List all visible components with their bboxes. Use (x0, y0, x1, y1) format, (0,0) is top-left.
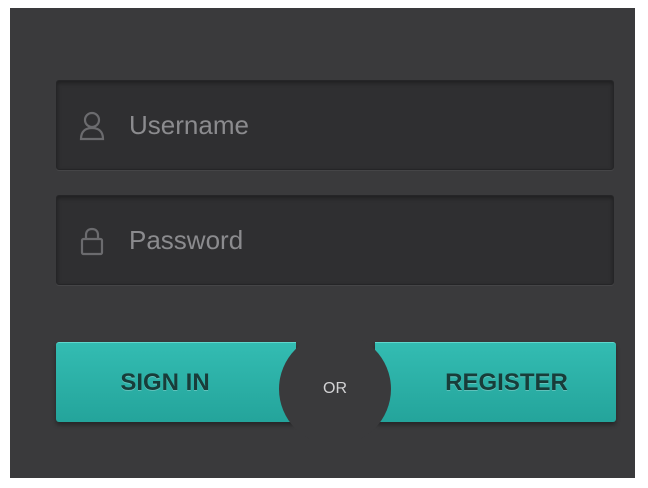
user-icon (79, 111, 105, 141)
or-label: OR (323, 380, 347, 397)
sign-in-label: SIGN IN (120, 368, 210, 396)
register-button[interactable]: REGISTER (375, 342, 616, 422)
password-input[interactable] (129, 196, 599, 284)
lock-icon (80, 227, 104, 256)
password-field[interactable] (56, 195, 614, 285)
username-field[interactable] (56, 80, 614, 170)
or-divider: OR (279, 333, 391, 445)
login-panel: SIGN IN REGISTER OR (10, 8, 635, 478)
sign-in-button[interactable]: SIGN IN (56, 342, 296, 422)
username-input[interactable] (129, 81, 599, 169)
register-label: REGISTER (445, 368, 568, 396)
